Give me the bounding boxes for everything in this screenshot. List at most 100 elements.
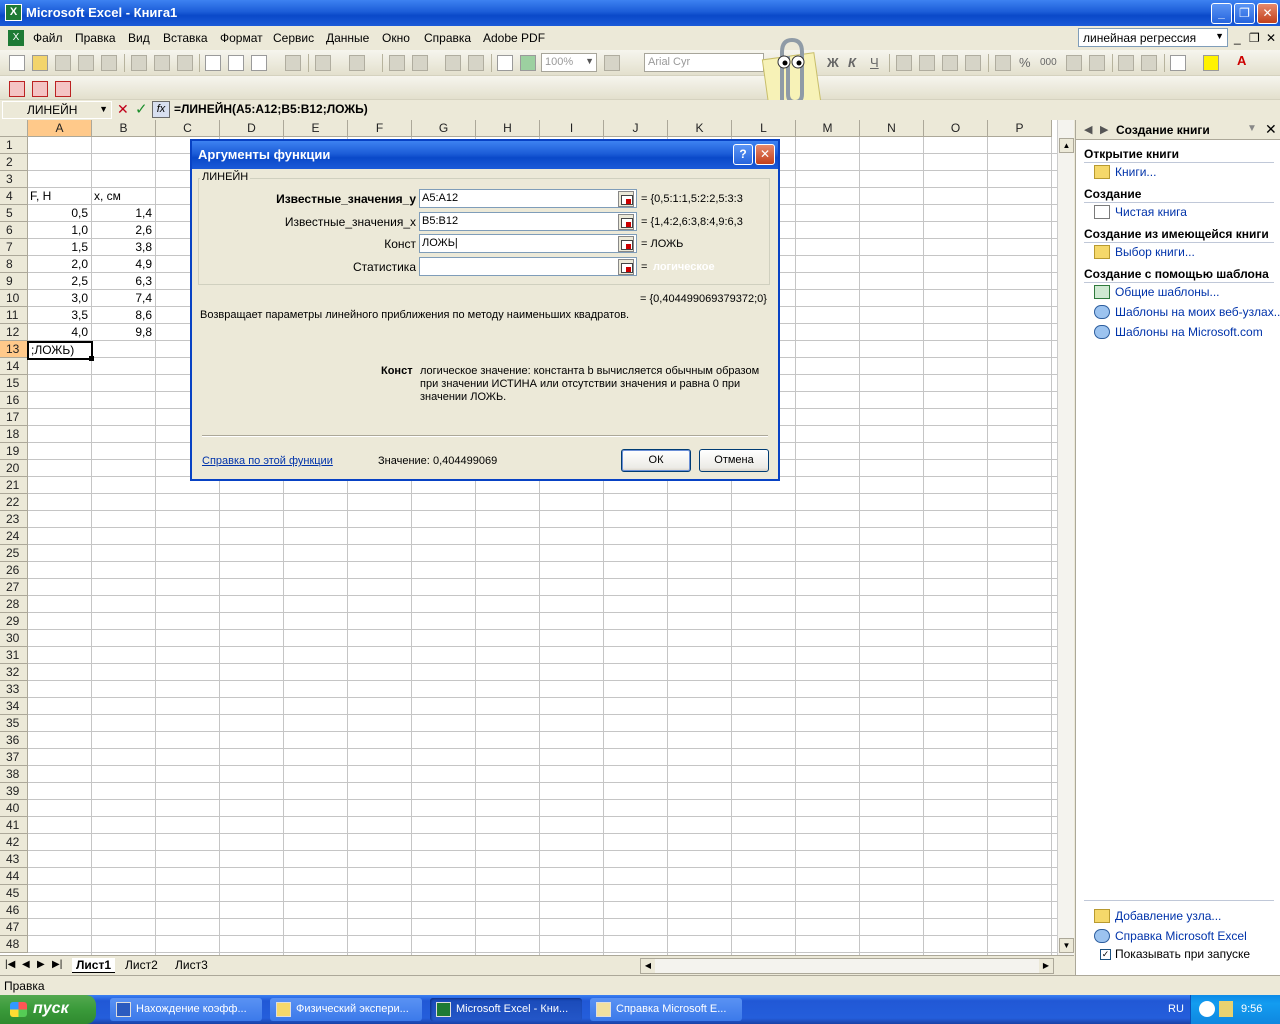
cell-b12[interactable]: 9,8 [92, 324, 154, 341]
cell-b4[interactable]: x, см [92, 188, 156, 205]
autosum-icon[interactable] [412, 55, 428, 71]
task-folder[interactable]: Физический экспери... [270, 998, 422, 1021]
function-help-link[interactable]: Справка по этой функции [202, 455, 333, 467]
tab-sheet2[interactable]: Лист2 [125, 958, 158, 972]
pdf-email-icon[interactable] [32, 81, 48, 97]
close-icon[interactable]: ✕ [1265, 121, 1277, 138]
cell-a7[interactable]: 1,5 [28, 239, 90, 256]
column-header-o[interactable]: O [924, 120, 988, 137]
menu-adobe-pdf[interactable]: Adobe PDF [483, 31, 545, 45]
cancel-entry-icon[interactable]: ✕ [117, 101, 129, 118]
print-icon[interactable] [131, 55, 147, 71]
row-header-26[interactable]: 26 [0, 562, 28, 579]
horizontal-scrollbar[interactable]: ◀ ▶ [640, 958, 1054, 974]
row-header-19[interactable]: 19 [0, 443, 28, 460]
row-header-35[interactable]: 35 [0, 715, 28, 732]
column-header-p[interactable]: P [988, 120, 1052, 137]
row-header-4[interactable]: 4 [0, 188, 28, 205]
task-word-doc[interactable]: Нахождение коэфф... [110, 998, 262, 1021]
next-sheet-icon[interactable]: ▶ [37, 959, 45, 970]
row-header-10[interactable]: 10 [0, 290, 28, 307]
column-header-i[interactable]: I [540, 120, 604, 137]
row-header-25[interactable]: 25 [0, 545, 28, 562]
menu-format[interactable]: Формат [220, 31, 263, 45]
scroll-down-icon[interactable]: ▼ [1059, 938, 1074, 953]
currency-icon[interactable] [995, 55, 1011, 71]
row-header-9[interactable]: 9 [0, 273, 28, 290]
row-header-41[interactable]: 41 [0, 817, 28, 834]
menu-help[interactable]: Справка [424, 31, 471, 45]
collapse-dialog-icon[interactable] [618, 236, 634, 252]
row-header-16[interactable]: 16 [0, 392, 28, 409]
first-sheet-icon[interactable]: |◀ [5, 959, 15, 970]
column-header-b[interactable]: B [92, 120, 156, 137]
italic-icon[interactable]: К [848, 55, 856, 70]
ok-button[interactable]: ОК [621, 449, 691, 472]
link-ms-templates[interactable]: Шаблоны на Microsoft.com [1115, 325, 1263, 339]
row-header-3[interactable]: 3 [0, 171, 28, 188]
row-header-32[interactable]: 32 [0, 664, 28, 681]
close-button[interactable]: ✕ [1257, 3, 1278, 24]
undo-icon[interactable] [315, 55, 331, 71]
column-header-n[interactable]: N [860, 120, 924, 137]
font-color-icon[interactable]: A [1237, 53, 1246, 68]
cancel-button[interactable]: Отмена [699, 449, 769, 472]
doc-restore-button[interactable]: ❐ [1249, 31, 1260, 45]
paste-icon[interactable] [251, 55, 267, 71]
format-painter-icon[interactable] [285, 55, 301, 71]
chevron-down-icon[interactable]: ▼ [585, 56, 594, 66]
row-header-44[interactable]: 44 [0, 868, 28, 885]
cell-a6[interactable]: 1,0 [28, 222, 90, 239]
email-icon[interactable] [101, 55, 117, 71]
row-header-43[interactable]: 43 [0, 851, 28, 868]
align-center-icon[interactable] [919, 55, 935, 71]
row-header-24[interactable]: 24 [0, 528, 28, 545]
arg-input-stats[interactable] [419, 257, 637, 276]
new-icon[interactable] [9, 55, 25, 71]
column-header-j[interactable]: J [604, 120, 668, 137]
cell-a4[interactable]: F, H [28, 188, 92, 205]
dialog-help-button[interactable]: ? [733, 144, 753, 165]
column-header-c[interactable]: C [156, 120, 220, 137]
underline-icon[interactable]: Ч [870, 55, 879, 70]
link-choose-workbook[interactable]: Выбор книги... [1115, 245, 1195, 259]
cell-a11[interactable]: 3,5 [28, 307, 90, 324]
menu-insert[interactable]: Вставка [163, 31, 208, 45]
increase-decimal-icon[interactable] [1066, 55, 1082, 71]
fill-handle[interactable] [89, 356, 94, 361]
cut-icon[interactable] [205, 55, 221, 71]
permission-icon[interactable] [78, 55, 94, 71]
insert-function-icon[interactable]: fx [152, 101, 170, 118]
row-header-38[interactable]: 38 [0, 766, 28, 783]
row-header-18[interactable]: 18 [0, 426, 28, 443]
cell-b11[interactable]: 8,6 [92, 307, 154, 324]
network-icon[interactable] [1199, 1001, 1215, 1017]
row-header-2[interactable]: 2 [0, 154, 28, 171]
row-header-20[interactable]: 20 [0, 460, 28, 477]
menu-file[interactable]: Файл [33, 31, 63, 45]
row-header-39[interactable]: 39 [0, 783, 28, 800]
row-header-37[interactable]: 37 [0, 749, 28, 766]
cell-b7[interactable]: 3,8 [92, 239, 154, 256]
row-header-1[interactable]: 1 [0, 137, 28, 154]
column-header-a[interactable]: A [28, 120, 92, 137]
row-header-17[interactable]: 17 [0, 409, 28, 426]
cell-a5[interactable]: 0,5 [28, 205, 90, 222]
link-books[interactable]: Книги... [1115, 165, 1156, 179]
tab-sheet1[interactable]: Лист1 [72, 958, 116, 973]
select-all-corner[interactable] [0, 120, 28, 137]
cell-a12[interactable]: 4,0 [28, 324, 90, 341]
scroll-left-icon[interactable]: ◀ [641, 959, 655, 973]
row-header-13[interactable]: 13 [0, 341, 28, 358]
chevron-down-icon[interactable]: ▼ [1247, 123, 1257, 134]
pdf-convert-icon[interactable] [9, 81, 25, 97]
increase-indent-icon[interactable] [1141, 55, 1157, 71]
dialog-close-button[interactable]: ✕ [755, 144, 775, 165]
menu-edit[interactable]: Правка [75, 31, 116, 45]
row-header-12[interactable]: 12 [0, 324, 28, 341]
row-header-11[interactable]: 11 [0, 307, 28, 324]
save-icon[interactable] [55, 55, 71, 71]
row-header-34[interactable]: 34 [0, 698, 28, 715]
row-header-46[interactable]: 46 [0, 902, 28, 919]
zoom-combo[interactable]: 100% ▼ [541, 53, 597, 72]
